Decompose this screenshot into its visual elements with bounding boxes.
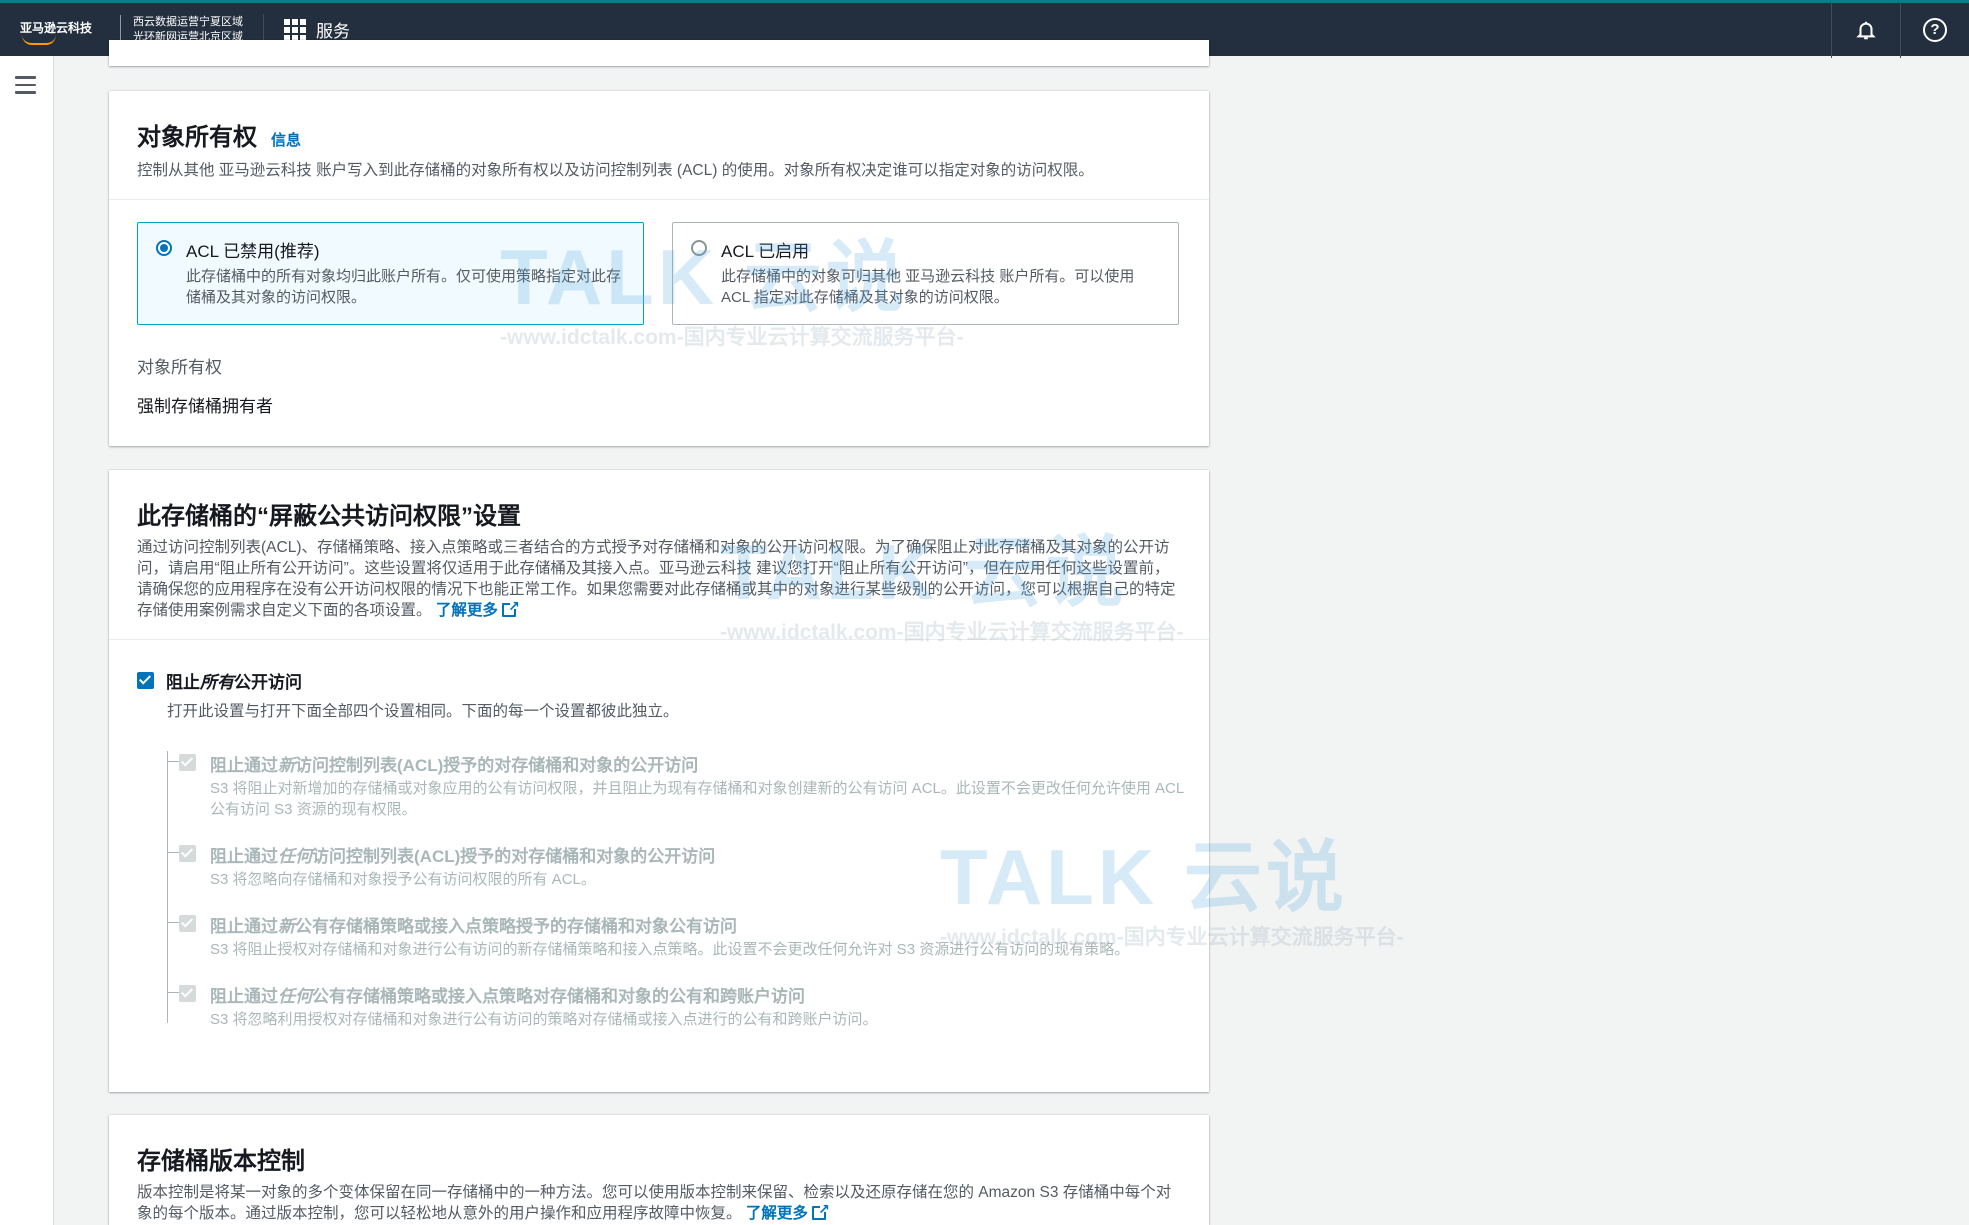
block-public-access-description-text: 通过访问控制列表(ACL)、存储桶策略、接入点策略或三者结合的方式授予对存储桶和…	[137, 539, 1176, 619]
bell-icon	[1856, 21, 1876, 39]
section-divider	[109, 639, 1209, 640]
block-any-policy-title-em: 任何	[278, 987, 312, 1006]
block-all-label-em: 所有	[200, 673, 234, 692]
notifications-button[interactable]	[1831, 1, 1900, 58]
block-any-policy-title: 阻止通过任何公有存储桶策略或接入点策略对存储桶和对象的公有和跨账户访问	[210, 982, 1190, 1007]
block-any-acl-title-em: 任何	[278, 847, 312, 866]
bucket-versioning-description: 版本控制是将某一对象的多个变体保留在同一存储桶中的一种方法。您可以使用版本控制来…	[137, 1182, 1177, 1224]
help-button[interactable]: ?	[1900, 1, 1969, 58]
object-ownership-heading: 对象所有权 信息	[137, 117, 1181, 152]
brand-logo[interactable]: 亚马逊云科技	[20, 15, 100, 45]
block-new-acl-title-em: 新	[278, 756, 295, 775]
block-any-acl-desc: S3 将忽略向存储桶和对象授予公有访问权限的所有 ACL。	[210, 871, 596, 888]
block-new-policy-desc: S3 将阻止授权对存储桶和对象进行公有访问的新存储桶策略和接入点策略。此设置不会…	[210, 941, 1130, 958]
block-new-policy-title: 阻止通过新公有存储桶策略或接入点策略授予的存储桶和对象公有访问	[210, 912, 1190, 937]
acl-enabled-option[interactable]: ACL 已启用 此存储桶中的对象可归其他 亚马逊云科技 账户所有。可以使用 AC…	[672, 222, 1179, 325]
tree-connector	[167, 852, 179, 853]
bucket-versioning-description-text: 版本控制是将某一对象的多个变体保留在同一存储桶中的一种方法。您可以使用版本控制来…	[137, 1184, 1172, 1222]
learn-more-label: 了解更多	[435, 602, 498, 619]
block-new-acl-setting: 阻止通过新访问控制列表(ACL)授予的对存储桶和对象的公开访问 S3 将阻止对新…	[167, 751, 1209, 820]
block-new-acl-checkbox[interactable]	[179, 754, 196, 771]
object-ownership-panel: 对象所有权 信息 控制从其他 亚马逊云科技 账户写入到此存储桶的对象所有权以及访…	[109, 91, 1209, 446]
block-new-acl-title-pre: 阻止通过	[210, 756, 278, 775]
block-any-acl-title-post: 访问控制列表(ACL)授予的对存储桶和对象的公开访问	[312, 847, 716, 866]
tree-connector	[167, 992, 179, 993]
block-new-policy-title-post: 公有存储桶策略或接入点策略授予的存储桶和对象公有访问	[295, 917, 737, 936]
bucket-versioning-title: 存储桶版本控制	[137, 1148, 305, 1175]
region-line-1: 西云数据运营宁夏区域	[133, 15, 243, 28]
block-public-access-title: 此存储桶的“屏蔽公共访问权限”设置	[137, 503, 521, 530]
block-all-label-pre: 阻止	[166, 673, 200, 692]
side-navigation-rail	[0, 56, 54, 1225]
block-new-acl-title-post: 访问控制列表(ACL)授予的对存储桶和对象的公开访问	[295, 756, 699, 775]
acl-disabled-title: ACL 已禁用(推荐)	[186, 242, 320, 261]
block-new-policy-checkbox[interactable]	[179, 915, 196, 932]
versioning-learn-more-link[interactable]: 了解更多	[745, 1199, 830, 1222]
services-label: 服务	[316, 22, 350, 41]
help-icon: ?	[1923, 17, 1947, 42]
smile-icon	[22, 35, 56, 45]
object-ownership-description: 控制从其他 亚马逊云科技 账户写入到此存储桶的对象所有权以及访问控制列表 (AC…	[137, 162, 1094, 179]
grid-icon	[284, 18, 306, 41]
block-new-policy-title-pre: 阻止通过	[210, 917, 278, 936]
block-any-acl-title-pre: 阻止通过	[210, 847, 278, 866]
bucket-versioning-panel: 存储桶版本控制 版本控制是将某一对象的多个变体保留在同一存储桶中的一种方法。您可…	[109, 1115, 1209, 1225]
acl-enabled-title: ACL 已启用	[721, 242, 810, 261]
block-all-label-post: 公开访问	[234, 673, 302, 692]
block-any-policy-setting: 阻止通过任何公有存储桶策略或接入点策略对存储桶和对象的公有和跨账户访问 S3 将…	[167, 982, 1209, 1030]
learn-more-link[interactable]: 了解更多	[435, 596, 520, 619]
object-ownership-field-value: 强制存储桶拥有者	[137, 397, 273, 416]
menu-icon[interactable]	[15, 76, 36, 94]
info-link[interactable]: 信息	[271, 129, 301, 150]
block-all-checkbox-box[interactable]	[137, 672, 154, 689]
object-ownership-field-label: 对象所有权	[137, 358, 222, 377]
object-ownership-title: 对象所有权	[137, 124, 257, 151]
block-public-access-panel: 此存储桶的“屏蔽公共访问权限”设置 通过访问控制列表(ACL)、存储桶策略、接入…	[109, 470, 1209, 1092]
acl-disabled-desc: 此存储桶中的所有对象均归此账户所有。仅可使用策略指定对此存储桶及其对象的访问权限…	[186, 268, 622, 306]
external-link-icon	[501, 596, 520, 617]
acl-disabled-radio[interactable]	[156, 240, 172, 256]
block-new-policy-title-em: 新	[278, 917, 295, 936]
external-link-icon	[811, 1199, 830, 1220]
block-any-acl-title: 阻止通过任何访问控制列表(ACL)授予的对存储桶和对象的公开访问	[210, 842, 1190, 867]
versioning-learn-more-label: 了解更多	[745, 1205, 808, 1222]
block-any-policy-checkbox[interactable]	[179, 985, 196, 1002]
block-new-acl-title: 阻止通过新访问控制列表(ACL)授予的对存储桶和对象的公开访问	[210, 751, 1190, 776]
services-menu-button[interactable]: 服务	[284, 17, 350, 42]
block-any-policy-title-pre: 阻止通过	[210, 987, 278, 1006]
acl-enabled-desc: 此存储桶中的对象可归其他 亚马逊云科技 账户所有。可以使用 ACL 指定对此存储…	[721, 268, 1135, 306]
block-any-acl-setting: 阻止通过任何访问控制列表(ACL)授予的对存储桶和对象的公开访问 S3 将忽略向…	[167, 842, 1209, 890]
block-new-policy-setting: 阻止通过新公有存储桶策略或接入点策略授予的存储桶和对象公有访问 S3 将阻止授权…	[167, 912, 1209, 960]
block-any-acl-checkbox[interactable]	[179, 845, 196, 862]
acl-enabled-radio[interactable]	[691, 240, 707, 256]
sub-settings-tree: 阻止通过新访问控制列表(ACL)授予的对存储桶和对象的公开访问 S3 将阻止对新…	[167, 751, 1209, 1030]
acl-disabled-option[interactable]: ACL 已禁用(推荐) 此存储桶中的所有对象均归此账户所有。仅可使用策略指定对此…	[137, 222, 644, 325]
block-new-acl-desc: S3 将阻止对新增加的存储桶或对象应用的公有访问权限，并且阻止为现有存储桶和对象…	[210, 780, 1184, 818]
block-all-label: 阻止所有公开访问	[166, 668, 302, 693]
block-all-description: 打开此设置与打开下面全部四个设置相同。下面的每一个设置都彼此独立。	[167, 703, 679, 720]
block-any-policy-title-post: 公有存储桶策略或接入点策略对存储桶和对象的公有和跨账户访问	[312, 987, 805, 1006]
block-public-access-description: 通过访问控制列表(ACL)、存储桶策略、接入点策略或三者结合的方式授予对存储桶和…	[137, 537, 1177, 621]
tree-connector	[167, 922, 179, 923]
block-any-policy-desc: S3 将忽略利用授权对存储桶和对象进行公有访问的策略对存储桶或接入点进行的公有和…	[210, 1011, 878, 1028]
tree-connector	[167, 761, 179, 762]
brand-logo-text: 亚马逊云科技	[20, 20, 93, 35]
previous-panel-edge	[109, 40, 1209, 66]
block-all-public-access-checkbox[interactable]: 阻止所有公开访问	[109, 668, 1209, 693]
